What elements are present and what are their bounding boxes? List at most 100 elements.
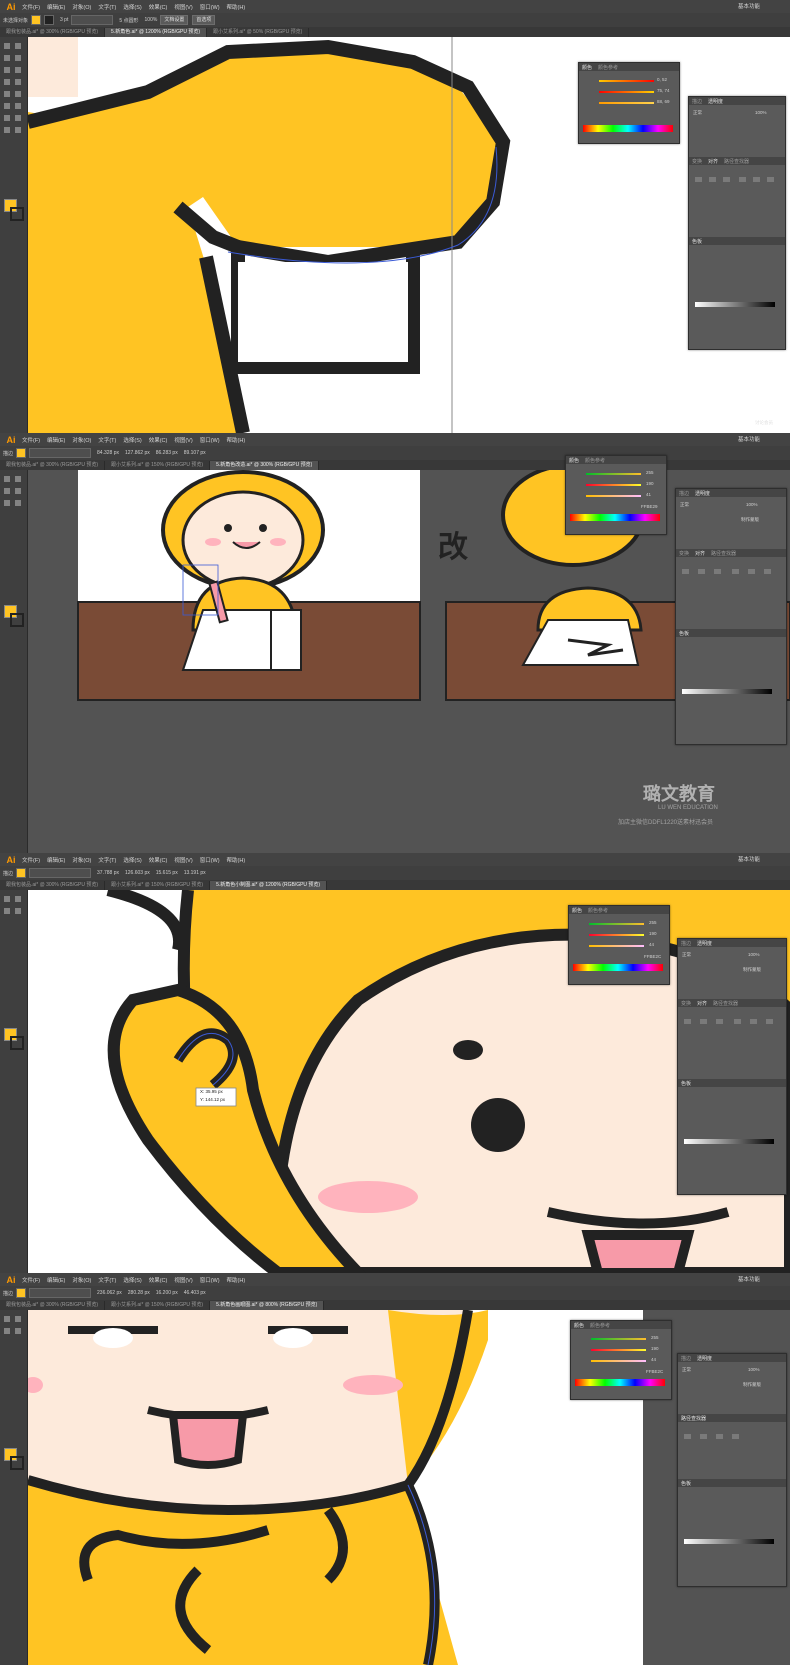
menu-edit[interactable]: 编辑(E) (47, 3, 65, 11)
menu-edit[interactable]: 编辑(E) (47, 436, 65, 444)
transparency-tab[interactable]: 透明度 (708, 98, 723, 105)
blue-slider[interactable] (589, 945, 644, 947)
align-center-icon[interactable] (700, 1019, 707, 1024)
stroke-profile[interactable] (29, 1288, 92, 1298)
hex-value[interactable]: FFBE29 (641, 504, 658, 509)
blend-mode-select[interactable]: 正常 (682, 1367, 691, 1373)
blue-slider[interactable] (586, 495, 641, 497)
menu-window[interactable]: 窗口(W) (200, 856, 220, 864)
x-field[interactable]: 84.328 px (97, 450, 119, 456)
menu-file[interactable]: 文件(F) (22, 856, 40, 864)
align-right-icon[interactable] (714, 569, 721, 574)
red-slider[interactable] (586, 473, 641, 475)
stroke-color-swatch[interactable] (10, 1036, 24, 1050)
align-top-icon[interactable] (739, 177, 746, 182)
h-field[interactable]: 89.107 px (184, 450, 206, 456)
doc-tab[interactable]: 跟小艾系列.ai* @ 150% (RGB/GPU 预览) (105, 461, 211, 470)
pen-tool-icon[interactable] (4, 55, 10, 61)
align-tab[interactable]: 对齐 (697, 1000, 707, 1007)
line-tool-icon[interactable] (4, 67, 10, 73)
color-guide-tab[interactable]: 颜色参考 (598, 64, 618, 71)
stroke-tab[interactable]: 描边 (679, 490, 689, 497)
stroke-profile[interactable] (29, 868, 92, 878)
stroke-color-swatch[interactable] (10, 1456, 24, 1470)
color-tab[interactable]: 颜色 (574, 1322, 584, 1329)
menu-select[interactable]: 选择(S) (123, 3, 141, 11)
eyedropper-tool-icon[interactable] (15, 115, 21, 121)
pencil-tool-icon[interactable] (15, 500, 21, 506)
selection-tool-icon[interactable] (4, 476, 10, 482)
green-value[interactable]: 190 (651, 1346, 659, 1351)
width-tool-icon[interactable] (4, 103, 10, 109)
w-field[interactable]: 16.200 px (156, 1290, 178, 1296)
h-field[interactable]: 46.403 px (184, 1290, 206, 1296)
color-spectrum[interactable] (570, 514, 660, 521)
doc-tab[interactable]: 跟我包装品.ai* @ 300% (RGB/GPU 预览) (0, 881, 106, 890)
direct-selection-tool-icon[interactable] (15, 43, 21, 49)
menu-file[interactable]: 文件(F) (22, 436, 40, 444)
menu-edit[interactable]: 编辑(E) (47, 856, 65, 864)
menu-file[interactable]: 文件(F) (22, 3, 40, 11)
pathfinder-tab[interactable]: 路径查找器 (711, 550, 736, 557)
align-top-icon[interactable] (734, 1019, 741, 1024)
blue-slider[interactable] (591, 1360, 646, 1362)
hand-tool-icon[interactable] (4, 127, 10, 133)
doc-tab[interactable]: 跟小艾系列.ai* @ 150% (RGB/GPU 预览) (105, 881, 211, 890)
workspace-switcher[interactable]: 基本功能 (738, 1275, 760, 1283)
exclude-icon[interactable] (732, 1434, 739, 1439)
opacity-value[interactable]: 100% (748, 952, 760, 957)
transparency-tab[interactable]: 透明度 (695, 490, 710, 497)
menu-select[interactable]: 选择(S) (123, 1276, 141, 1284)
pencil-tool-icon[interactable] (15, 79, 21, 85)
menu-type[interactable]: 文字(T) (98, 1276, 116, 1284)
stroke-weight-field[interactable]: 3 pt (60, 17, 68, 23)
direct-selection-tool-icon[interactable] (15, 1316, 21, 1322)
blue-value[interactable]: 41 (646, 492, 651, 497)
rotate-tool-icon[interactable] (4, 91, 10, 97)
menu-type[interactable]: 文字(T) (98, 436, 116, 444)
direct-selection-tool-icon[interactable] (15, 476, 21, 482)
transform-tab[interactable]: 变换 (681, 1000, 691, 1007)
green-slider[interactable] (586, 484, 641, 486)
type-tool-icon[interactable] (15, 908, 21, 914)
transform-tab[interactable]: 变换 (692, 158, 702, 165)
opacity-value[interactable]: 100% (748, 1367, 760, 1372)
workspace-switcher[interactable]: 基本功能 (738, 855, 760, 863)
green-value[interactable]: 190 (646, 481, 654, 486)
pathfinder-tab[interactable]: 路径查找器 (713, 1000, 738, 1007)
brush-tool-icon[interactable] (4, 500, 10, 506)
pen-tool-icon[interactable] (4, 1328, 10, 1334)
menu-view[interactable]: 视图(V) (174, 3, 192, 11)
transparency-tab[interactable]: 透明度 (697, 940, 712, 947)
swatches-tab[interactable]: 色板 (692, 238, 702, 245)
h-field[interactable]: 13.191 px (184, 870, 206, 876)
minus-front-icon[interactable] (700, 1434, 707, 1439)
fill-swatch[interactable] (16, 868, 27, 878)
stroke-color-swatch[interactable] (10, 207, 24, 221)
align-center-icon[interactable] (709, 177, 716, 182)
gradient-bar[interactable] (695, 302, 775, 307)
pathfinder-tab[interactable]: 路径查找器 (724, 158, 749, 165)
opacity-value[interactable]: 100% (755, 110, 767, 115)
stroke-tab[interactable]: 描边 (681, 940, 691, 947)
zoom-tool-icon[interactable] (15, 127, 21, 133)
artboard-canvas[interactable]: X: 35.95 px Y: 144.12 px (28, 890, 790, 1273)
menu-help[interactable]: 帮助(H) (227, 856, 246, 864)
preferences-button[interactable]: 首选项 (192, 15, 216, 25)
type-tool-icon[interactable] (15, 55, 21, 61)
stroke-tab[interactable]: 描边 (692, 98, 702, 105)
doc-tab-active[interactable]: 5.新角色画眼图.ai* @ 800% (RGB/GPU 预览) (210, 1301, 325, 1310)
red-value[interactable]: 255 (646, 470, 654, 475)
menu-file[interactable]: 文件(F) (22, 1276, 40, 1284)
w-field[interactable]: 15.615 px (156, 870, 178, 876)
align-left-icon[interactable] (695, 177, 702, 182)
color-tab[interactable]: 颜色 (569, 457, 579, 464)
menu-object[interactable]: 对象(O) (72, 436, 91, 444)
gradient-bar[interactable] (682, 689, 772, 694)
menu-view[interactable]: 视图(V) (174, 1276, 192, 1284)
swatches-tab[interactable]: 色板 (679, 630, 689, 637)
menu-help[interactable]: 帮助(H) (227, 436, 246, 444)
stroke-profile[interactable] (71, 15, 114, 25)
blend-mode-select[interactable]: 正常 (680, 502, 689, 508)
color-guide-tab[interactable]: 颜色参考 (588, 907, 608, 914)
